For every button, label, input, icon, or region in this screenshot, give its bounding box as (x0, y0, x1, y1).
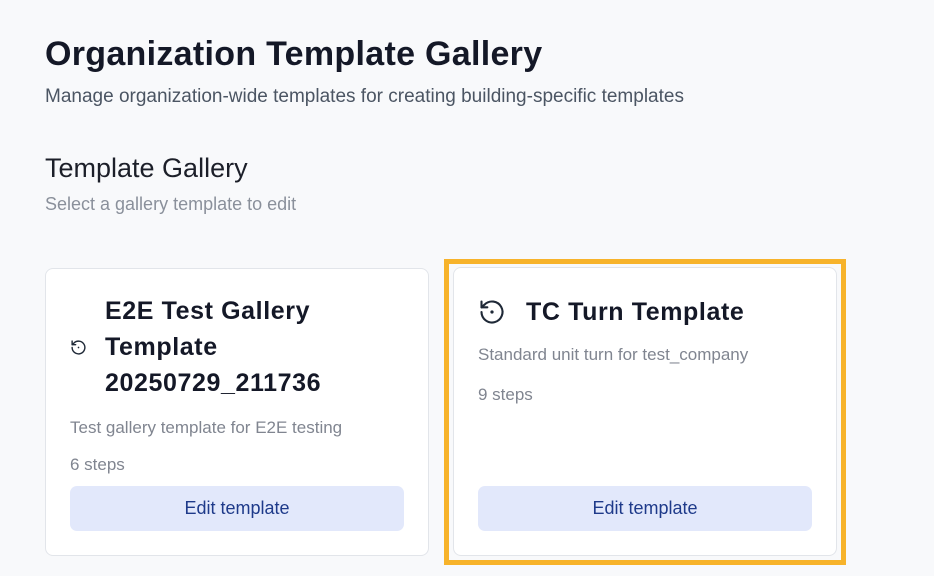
edit-template-button[interactable]: Edit template (70, 486, 404, 531)
template-card-tc-turn[interactable]: TC Turn Template Standard unit turn for … (453, 267, 837, 556)
card-step-count: 6 steps (70, 455, 125, 474)
gallery-title: Template Gallery (45, 153, 248, 183)
card-step-count: 9 steps (478, 385, 533, 404)
page-subtitle: Manage organization-wide templates for c… (45, 86, 684, 107)
template-card-e2e-test[interactable]: E2E Test Gallery Template 20250729_21173… (45, 268, 429, 556)
card-title: E2E Test Gallery Template 20250729_21173… (105, 297, 322, 397)
card-title: TC Turn Template (526, 298, 745, 326)
edit-template-button[interactable]: Edit template (478, 486, 812, 531)
card-description: Test gallery template for E2E testing (70, 418, 343, 437)
history-icon (71, 340, 86, 355)
gallery-subtitle: Select a gallery template to edit (45, 194, 297, 214)
page-title: Organization Template Gallery (45, 35, 543, 73)
card-description: Standard unit turn for test_company (478, 345, 749, 364)
history-icon (480, 300, 504, 324)
